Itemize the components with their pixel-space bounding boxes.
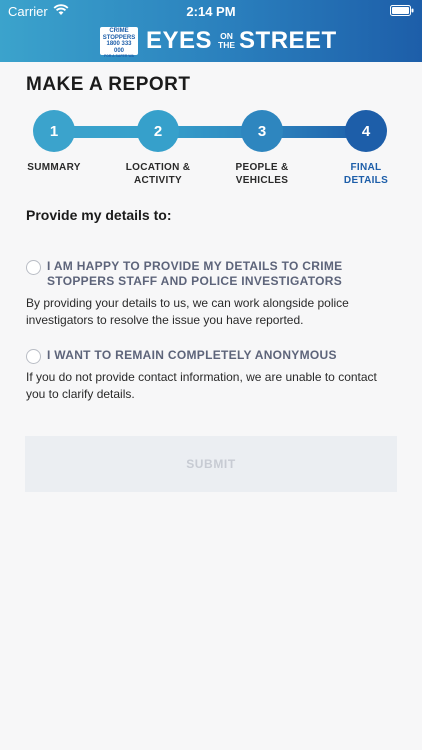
option-label[interactable]: I WANT TO REMAIN COMPLETELY ANONYMOUS <box>47 348 396 363</box>
step-label-line: DETAILS <box>343 175 389 186</box>
submit-button[interactable]: SUBMIT <box>25 436 397 492</box>
step-label-line: FINAL <box>350 162 382 173</box>
step-2-circle[interactable]: 2 <box>137 110 179 152</box>
radio-button[interactable] <box>26 260 41 275</box>
brand-logo: CRIME STOPPERS 1800 333 000 FOR A SAFER … <box>100 26 337 58</box>
details-heading: Provide my details to: <box>26 207 172 223</box>
crime-stoppers-badge: CRIME STOPPERS 1800 333 000 FOR A SAFER … <box>100 27 138 58</box>
option-description: If you do not provide contact informatio… <box>26 370 377 401</box>
badge-tagline: FOR A SAFER WA <box>103 54 135 58</box>
step-1-label: SUMMARY <box>4 161 104 174</box>
step-label-line: ACTIVITY <box>134 175 182 186</box>
option-description: By providing your details to us, we can … <box>26 296 349 327</box>
step-1-circle[interactable]: 1 <box>33 110 75 152</box>
step-4-label: FINAL DETAILS <box>316 161 416 187</box>
badge-phone: 1800 333 000 <box>106 41 132 54</box>
step-2-label: LOCATION & ACTIVITY <box>108 161 208 187</box>
step-3-label: PEOPLE & VEHICLES <box>212 161 312 187</box>
option-provide-details[interactable]: I AM HAPPY TO PROVIDE MY DETAILS TO CRIM… <box>26 259 396 329</box>
radio-button[interactable] <box>26 349 41 364</box>
option-anonymous[interactable]: I WANT TO REMAIN COMPLETELY ANONYMOUS If… <box>26 348 396 403</box>
step-label-line: LOCATION & <box>125 162 191 173</box>
step-label-line: VEHICLES <box>235 175 289 186</box>
brand-on-the: ON THE <box>218 32 235 50</box>
status-time: 2:14 PM <box>186 4 236 19</box>
brand-word-the: THE <box>218 40 236 50</box>
brand-word-street: STREET <box>239 27 337 54</box>
step-4-circle[interactable]: 4 <box>345 110 387 152</box>
step-label-line: PEOPLE & <box>235 162 289 173</box>
progress-stepper: 1 2 3 4 SUMMARY LOCATION & ACTIVITY PEOPL… <box>0 110 422 190</box>
battery-icon <box>390 5 414 16</box>
brand-word-eyes: EYES <box>146 27 213 54</box>
page-title: MAKE A REPORT <box>26 74 191 95</box>
app-header: Carrier 2:14 PM CRIME STOPPERS 1800 333 … <box>0 0 422 62</box>
option-label[interactable]: I AM HAPPY TO PROVIDE MY DETAILS TO CRIM… <box>47 259 396 289</box>
status-bar: Carrier 2:14 PM <box>0 0 422 22</box>
step-3-circle[interactable]: 3 <box>241 110 283 152</box>
step-label-line: SUMMARY <box>27 162 81 173</box>
